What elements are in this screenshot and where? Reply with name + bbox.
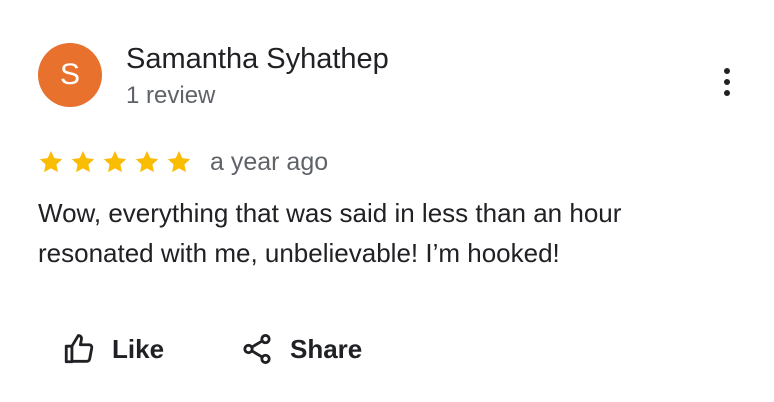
more-options-button[interactable] <box>712 62 744 102</box>
share-icon <box>240 332 274 366</box>
review-text-line: resonated with me, unbelievable! I’m hoo… <box>38 238 560 268</box>
thumbs-up-icon <box>62 332 96 366</box>
share-label: Share <box>290 333 363 364</box>
share-button[interactable]: Share <box>240 327 362 371</box>
reviewer-name[interactable]: Samantha Syhathep <box>126 42 389 76</box>
star-icon <box>71 150 95 173</box>
like-label: Like <box>112 333 165 364</box>
reviewer-review-count[interactable]: 1 review <box>126 82 215 110</box>
review-date: a year ago <box>210 148 329 176</box>
like-button[interactable]: Like <box>62 327 164 371</box>
review-text: Wow, everything that was said in less th… <box>38 193 738 273</box>
star-icon <box>39 150 63 173</box>
review-text-line: Wow, everything that was said in less th… <box>38 198 622 228</box>
star-icon <box>167 150 191 173</box>
star-icon <box>135 150 159 173</box>
avatar[interactable]: S <box>38 43 102 107</box>
star-rating <box>38 145 198 179</box>
review-card: S Samantha Syhathep 1 review a year ago … <box>0 0 774 402</box>
star-icon <box>103 150 127 173</box>
